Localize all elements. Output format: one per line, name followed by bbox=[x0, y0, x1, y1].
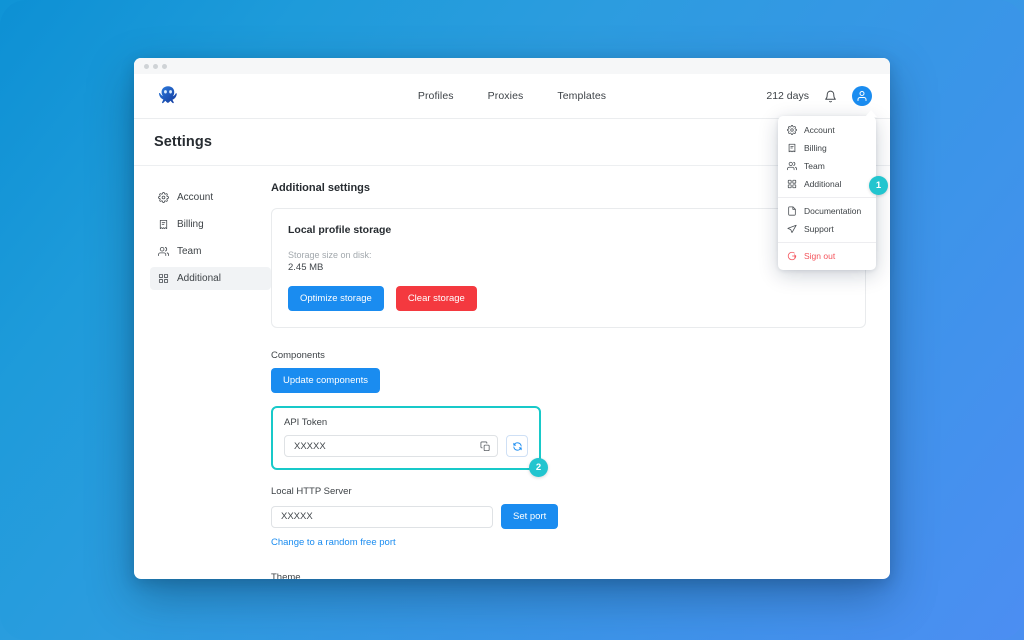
settings-sidebar: Account Billing Team bbox=[134, 182, 271, 579]
api-token-block: API Token XXXXX bbox=[271, 406, 541, 470]
signout-icon bbox=[787, 251, 797, 261]
components-block: Components Update components bbox=[271, 350, 866, 393]
http-port-value: XXXXX bbox=[281, 511, 313, 522]
dropdown-item-sign-out[interactable]: Sign out bbox=[778, 247, 876, 265]
dropdown-item-label: Account bbox=[804, 125, 835, 135]
user-avatar-icon[interactable] bbox=[852, 86, 872, 106]
subscription-days-label: 212 days bbox=[766, 90, 809, 102]
dropdown-separator bbox=[778, 197, 876, 198]
http-port-input[interactable]: XXXXX bbox=[271, 506, 493, 528]
components-label: Components bbox=[271, 350, 866, 361]
dropdown-item-support[interactable]: Support bbox=[778, 220, 876, 238]
receipt-icon bbox=[787, 143, 797, 153]
section-title: Additional settings bbox=[271, 182, 866, 194]
refresh-icon bbox=[512, 441, 523, 452]
grid-icon bbox=[158, 273, 169, 284]
dropdown-item-account[interactable]: Account bbox=[778, 121, 876, 139]
storage-size-label: Storage size on disk: bbox=[288, 250, 849, 260]
dropdown-item-label: Support bbox=[804, 224, 834, 234]
send-icon bbox=[787, 224, 797, 234]
nav-link-profiles[interactable]: Profiles bbox=[418, 90, 454, 102]
random-free-port-link[interactable]: Change to a random free port bbox=[271, 537, 396, 548]
page-title: Settings bbox=[154, 134, 212, 150]
sidebar-item-team[interactable]: Team bbox=[150, 240, 271, 263]
gear-icon bbox=[787, 125, 797, 135]
dropdown-item-label: Billing bbox=[804, 143, 827, 153]
sidebar-item-label: Account bbox=[177, 192, 213, 203]
app-window: Profiles Proxies Templates 212 days Sett… bbox=[134, 58, 890, 579]
theme-block: Theme Aa Aa bbox=[271, 572, 866, 579]
set-port-button[interactable]: Set port bbox=[501, 504, 558, 529]
optimize-storage-button[interactable]: Optimize storage bbox=[288, 286, 384, 311]
api-token-row: XXXXX bbox=[284, 435, 528, 457]
people-icon bbox=[787, 161, 797, 171]
nav-link-templates[interactable]: Templates bbox=[557, 90, 606, 102]
dropdown-caret bbox=[865, 110, 877, 117]
dropdown-item-label: Additional bbox=[804, 179, 841, 189]
api-token-value: XXXXX bbox=[294, 441, 326, 452]
theme-label: Theme bbox=[271, 572, 866, 579]
maximize-window-dot[interactable] bbox=[162, 64, 167, 69]
sidebar-item-label: Team bbox=[177, 246, 201, 257]
step-badge-1: 1 bbox=[869, 176, 888, 195]
sidebar-item-additional[interactable]: Additional bbox=[150, 267, 271, 290]
octopus-logo-icon[interactable] bbox=[154, 82, 182, 110]
grid-icon bbox=[787, 179, 797, 189]
sidebar-item-label: Billing bbox=[177, 219, 204, 230]
storage-button-row: Optimize storage Clear storage bbox=[288, 286, 849, 311]
sidebar-item-account[interactable]: Account bbox=[150, 186, 271, 209]
top-navigation-bar: Profiles Proxies Templates 212 days bbox=[134, 74, 890, 119]
close-window-dot[interactable] bbox=[144, 64, 149, 69]
clear-storage-button[interactable]: Clear storage bbox=[396, 286, 477, 311]
minimize-window-dot[interactable] bbox=[153, 64, 158, 69]
local-profile-storage-card: Local profile storage Storage size on di… bbox=[271, 208, 866, 328]
dropdown-item-billing[interactable]: Billing bbox=[778, 139, 876, 157]
nav-right-group: 212 days bbox=[766, 86, 872, 106]
dropdown-item-team[interactable]: Team bbox=[778, 157, 876, 175]
gear-icon bbox=[158, 192, 169, 203]
nav-link-proxies[interactable]: Proxies bbox=[488, 90, 524, 102]
http-server-row: XXXXX Set port bbox=[271, 504, 866, 529]
page-header: Settings bbox=[134, 119, 890, 166]
api-token-label: API Token bbox=[284, 417, 528, 428]
step-badge-2: 2 bbox=[529, 458, 548, 477]
window-titlebar bbox=[134, 58, 890, 74]
copy-icon[interactable] bbox=[480, 441, 491, 452]
sidebar-item-label: Additional bbox=[177, 273, 221, 284]
dropdown-item-label: Team bbox=[804, 161, 825, 171]
update-components-button[interactable]: Update components bbox=[271, 368, 380, 393]
regenerate-api-token-button[interactable] bbox=[506, 435, 528, 457]
dropdown-item-documentation[interactable]: Documentation bbox=[778, 202, 876, 220]
dropdown-item-additional[interactable]: Additional 1 bbox=[778, 175, 876, 193]
account-dropdown-menu: Account Billing Team Additional 1 bbox=[778, 116, 876, 270]
dropdown-item-label: Sign out bbox=[804, 251, 835, 261]
people-icon bbox=[158, 246, 169, 257]
bell-icon[interactable] bbox=[824, 90, 837, 103]
page-body: Account Billing Team bbox=[134, 166, 890, 579]
dropdown-separator bbox=[778, 242, 876, 243]
local-http-server-block: Local HTTP Server XXXXX Set port Change … bbox=[271, 486, 866, 550]
api-token-input[interactable]: XXXXX bbox=[284, 435, 498, 457]
sidebar-item-billing[interactable]: Billing bbox=[150, 213, 271, 236]
dropdown-item-label: Documentation bbox=[804, 206, 861, 216]
receipt-icon bbox=[158, 219, 169, 230]
http-server-label: Local HTTP Server bbox=[271, 486, 866, 497]
storage-size-value: 2.45 MB bbox=[288, 262, 849, 273]
storage-card-title: Local profile storage bbox=[288, 224, 849, 236]
document-icon bbox=[787, 206, 797, 216]
